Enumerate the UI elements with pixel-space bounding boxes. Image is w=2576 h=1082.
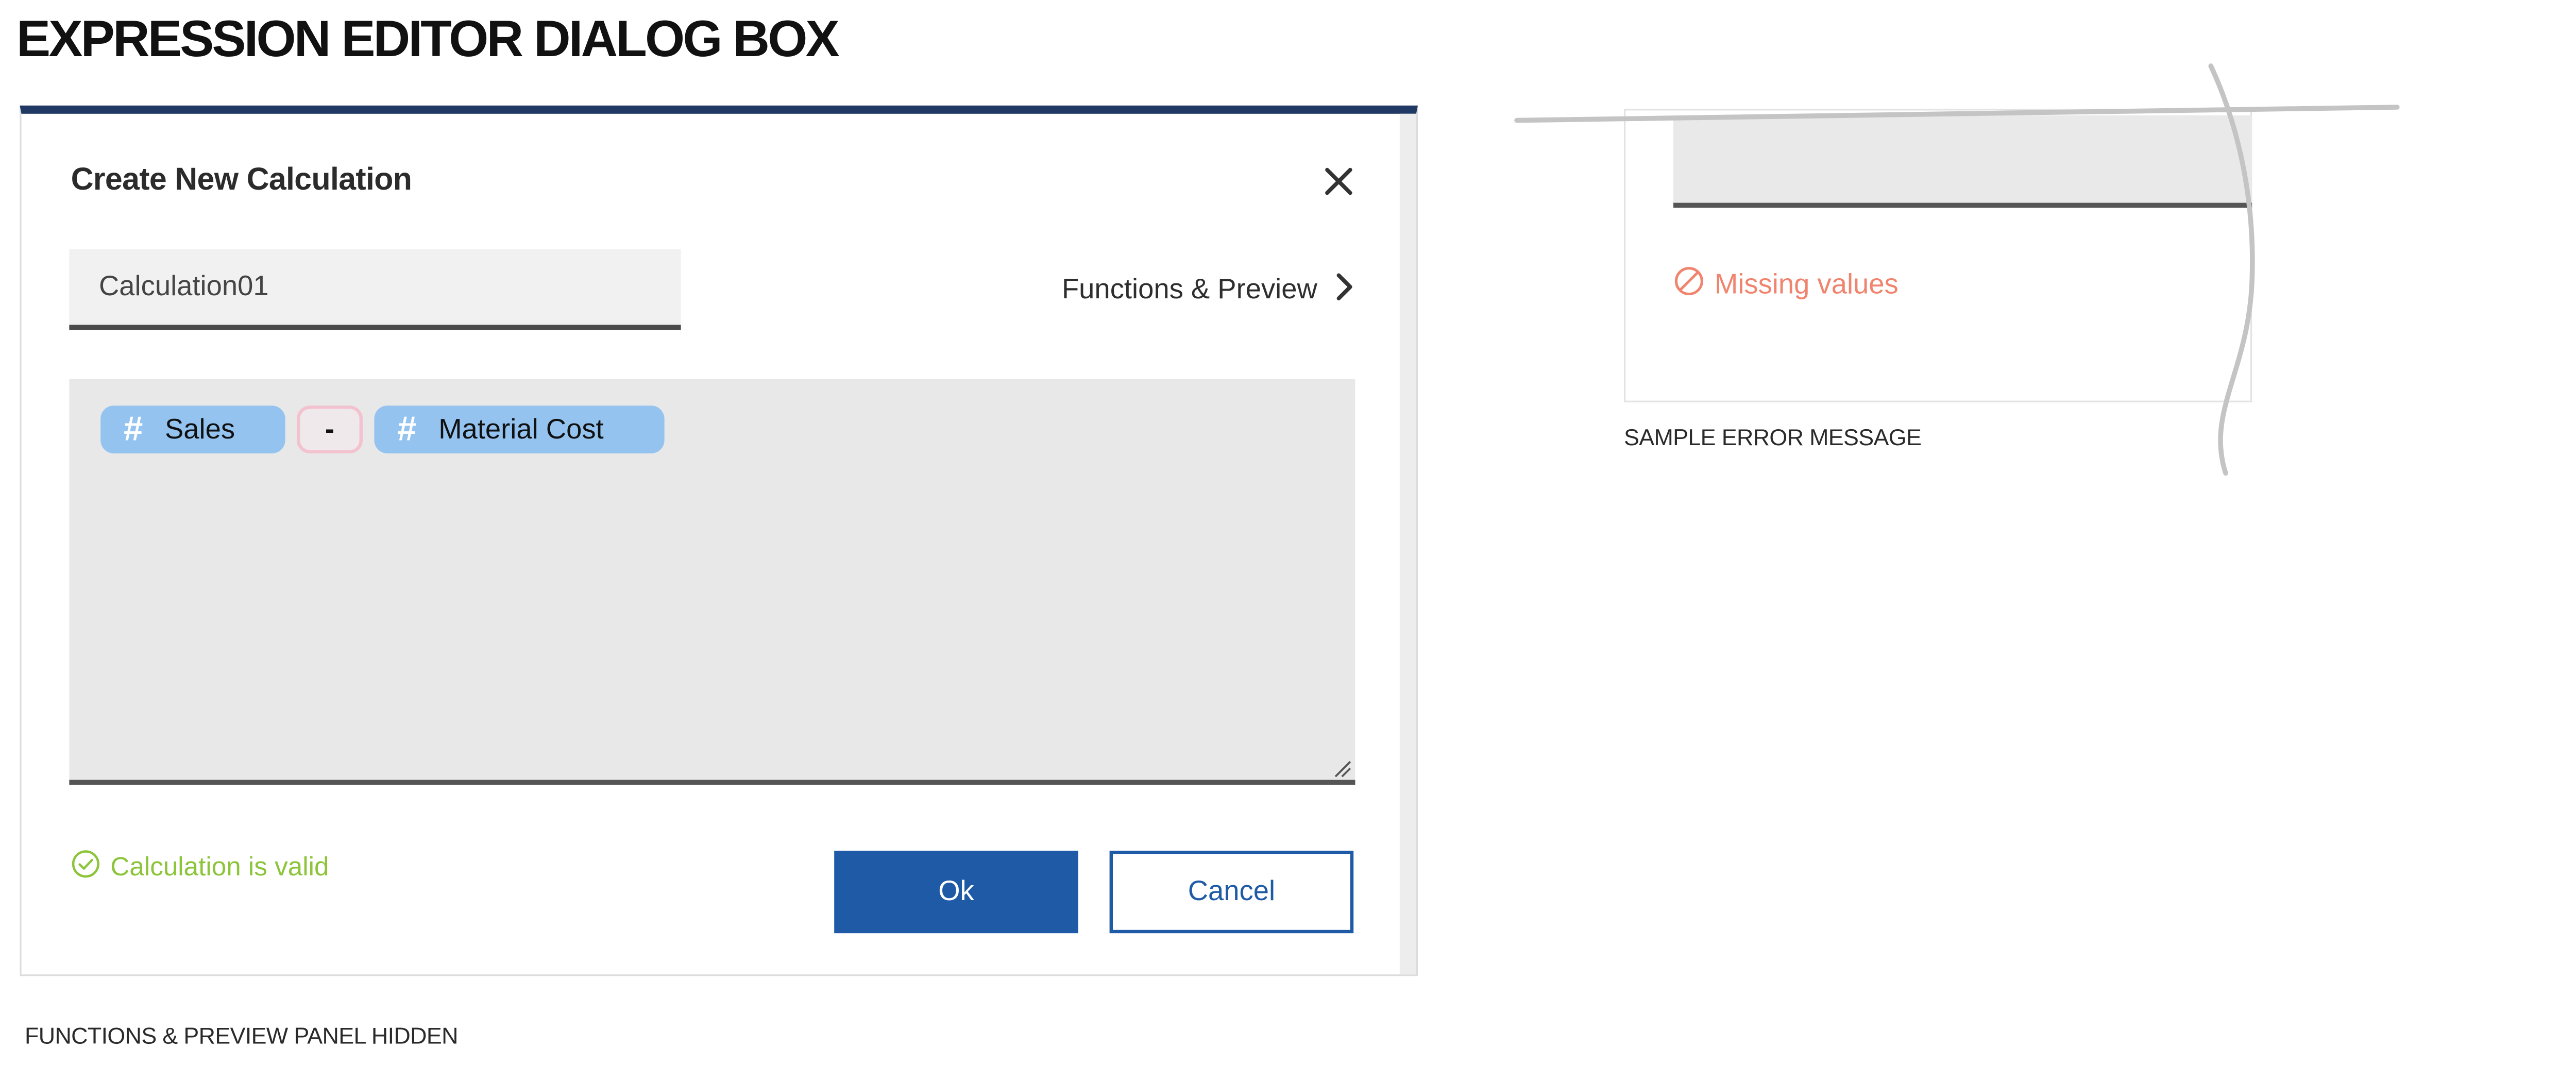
dialog-scrollbar[interactable]: [1399, 113, 1416, 975]
error-text: Missing values: [1715, 268, 1899, 300]
functions-preview-label: Functions & Preview: [1061, 274, 1317, 305]
chevron-right-icon: [1334, 271, 1353, 309]
resize-handle-icon[interactable]: [1332, 757, 1352, 777]
token-operator[interactable]: -: [297, 405, 363, 453]
panel-hidden-caption: FUNCTIONS & PREVIEW PANEL HIDDEN: [25, 1022, 458, 1049]
cancel-button[interactable]: Cancel: [1109, 851, 1354, 934]
ok-button[interactable]: Ok: [834, 851, 1078, 934]
error-message: Missing values: [1673, 265, 1899, 305]
hash-icon: #: [397, 410, 417, 448]
close-icon[interactable]: [1320, 163, 1357, 199]
token-field-material-cost[interactable]: # Material Cost: [374, 405, 665, 453]
prohibited-icon: [1673, 265, 1705, 305]
expression-editor[interactable]: # Sales - # Material Cost: [69, 379, 1355, 785]
dialog-title: Create New Calculation: [71, 163, 412, 198]
create-calculation-dialog: Create New Calculation Functions & Previ…: [20, 105, 1418, 976]
validation-message: Calculation is valid: [71, 849, 329, 887]
sample-error-caption: SAMPLE ERROR MESSAGE: [1624, 424, 1922, 450]
token-label: Material Cost: [438, 413, 604, 445]
error-sample-panel: Missing values: [1624, 109, 2252, 402]
check-circle-icon: [71, 849, 101, 887]
calculation-name-input[interactable]: [69, 249, 681, 330]
error-field: [1673, 115, 2252, 208]
token-label: -: [325, 413, 335, 445]
validation-text: Calculation is valid: [110, 853, 329, 882]
token-field-sales[interactable]: # Sales: [100, 405, 285, 453]
token-label: Sales: [165, 413, 235, 445]
page-title: EXPRESSION EDITOR DIALOG BOX: [16, 10, 840, 68]
functions-preview-link[interactable]: Functions & Preview: [1062, 269, 1353, 312]
hash-icon: #: [124, 410, 143, 448]
